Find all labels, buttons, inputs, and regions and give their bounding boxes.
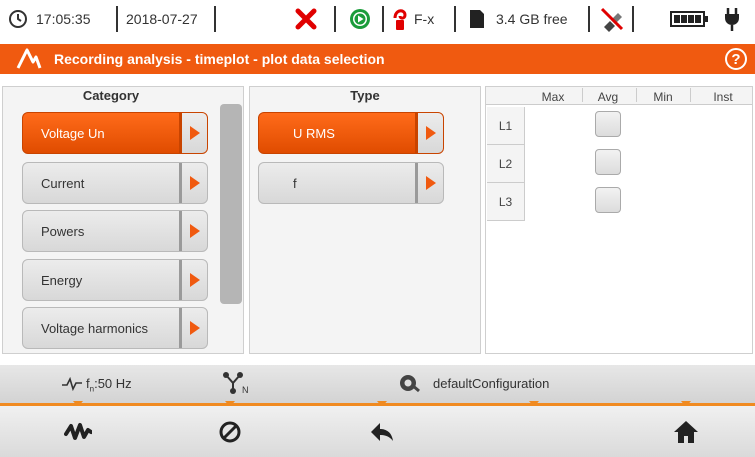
waveform-button[interactable]	[58, 414, 98, 450]
column-avg: Avg	[597, 90, 619, 104]
separator	[116, 6, 118, 32]
column-max: Max	[541, 90, 565, 104]
waveform-icon	[62, 376, 82, 396]
category-item-label: Energy	[41, 272, 83, 288]
chevron-right-icon	[179, 260, 207, 300]
category-item-label: Voltage harmonics	[41, 320, 148, 336]
waveform-icon	[64, 423, 92, 440]
category-item-current[interactable]: Current	[22, 162, 208, 204]
type-header: Type	[350, 88, 380, 103]
separator	[382, 6, 384, 32]
category-item-label: Voltage Un	[41, 125, 105, 141]
separator	[636, 88, 637, 102]
title-bar: Recording analysis - timeplot - plot dat…	[0, 44, 755, 74]
chevron-right-icon	[415, 163, 443, 203]
separator	[690, 88, 691, 102]
settings-gear-icon	[398, 372, 420, 399]
chevron-right-icon	[179, 113, 207, 153]
row-l3-label: L3	[487, 183, 525, 221]
status-bar: 17:05:35 2018-07-27 F-x 3.4 GB free	[0, 0, 755, 38]
network-type-icon: N	[222, 371, 250, 400]
chevron-right-icon	[179, 308, 207, 348]
chevron-right-icon	[415, 113, 443, 153]
back-arrow-icon	[371, 423, 393, 441]
separator	[454, 6, 456, 32]
separator	[588, 6, 590, 32]
l2-avg-checkbox[interactable]	[595, 149, 621, 175]
column-min: Min	[653, 90, 673, 104]
column-inst: Inst	[713, 90, 733, 104]
nominal-frequency: fn:50 Hz	[86, 376, 132, 394]
usb-disconnected-icon	[598, 0, 626, 38]
frequency-value: :50 Hz	[94, 376, 132, 391]
storage-free: 3.4 GB free	[496, 11, 568, 27]
clock-icon	[8, 0, 28, 38]
type-item-label: U RMS	[293, 125, 335, 141]
home-icon	[674, 421, 698, 443]
configuration-name: defaultConfiguration	[433, 376, 550, 391]
type-item-label: f	[293, 175, 297, 191]
power-plug-icon	[722, 0, 742, 38]
no-entry-icon	[219, 421, 241, 443]
chevron-right-icon	[179, 211, 207, 251]
battery-icon	[670, 0, 710, 38]
l1-avg-checkbox[interactable]	[595, 111, 621, 137]
svg-text:N: N	[242, 385, 249, 395]
category-item-label: Current	[41, 175, 85, 191]
back-button[interactable]	[362, 414, 402, 450]
category-scrollbar[interactable]	[220, 104, 242, 304]
status-date: 2018-07-27	[126, 11, 198, 27]
chevron-right-icon	[179, 163, 207, 203]
clear-button[interactable]	[210, 414, 250, 450]
type-item-u-rms[interactable]: U RMS	[258, 112, 444, 154]
status-time: 17:05:35	[36, 11, 91, 27]
clamp-icon	[392, 0, 408, 38]
sonel-logo-icon	[16, 48, 42, 69]
category-item-voltage[interactable]: Voltage Un	[22, 112, 208, 154]
category-header: Category	[82, 88, 140, 103]
category-item-energy[interactable]: Energy	[22, 259, 208, 301]
play-icon[interactable]	[348, 0, 372, 38]
l3-avg-checkbox[interactable]	[595, 187, 621, 213]
page-title: Recording analysis - timeplot - plot dat…	[54, 51, 385, 67]
type-item-f[interactable]: f	[258, 162, 444, 204]
home-button[interactable]	[666, 414, 706, 450]
help-icon[interactable]: ?	[725, 48, 747, 70]
separator	[632, 6, 634, 32]
separator	[334, 6, 336, 32]
stop-recording-icon[interactable]	[294, 0, 318, 38]
row-l1-label: L1	[487, 107, 525, 145]
row-l2-label: L2	[487, 145, 525, 183]
separator	[214, 6, 216, 32]
category-item-label: Powers	[41, 223, 85, 239]
category-item-powers[interactable]: Powers	[22, 210, 208, 252]
category-item-voltage-harmonics[interactable]: Voltage harmonics	[22, 307, 208, 349]
clamp-type: F-x	[414, 11, 435, 27]
sd-card-icon	[468, 0, 486, 38]
